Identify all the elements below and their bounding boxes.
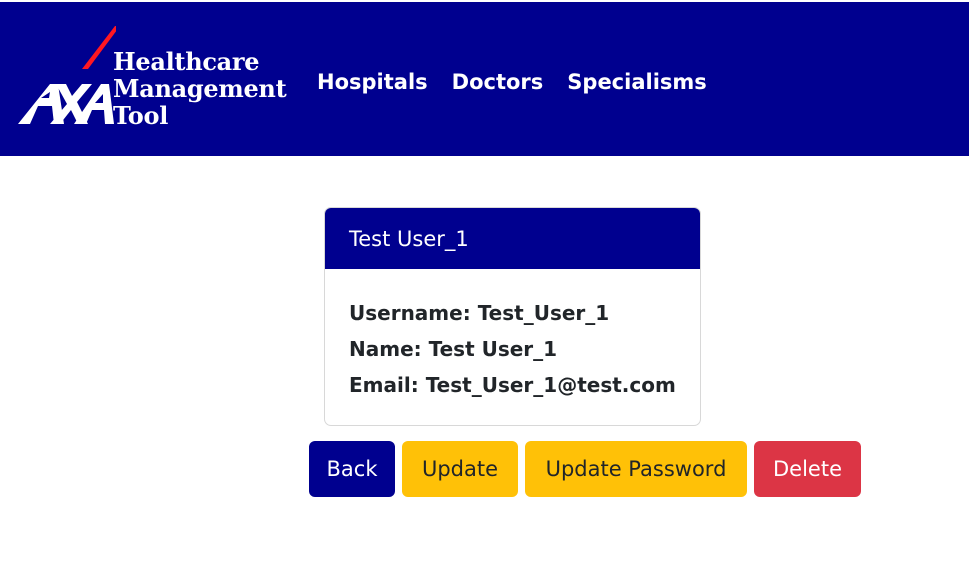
logo-line-3: Tool	[113, 101, 169, 130]
action-buttons: Back Update Update Password Delete	[309, 441, 861, 497]
nav-link-hospitals[interactable]: Hospitals	[317, 68, 428, 96]
axa-logo-icon	[18, 26, 116, 124]
delete-button[interactable]: Delete	[754, 441, 861, 497]
email-row: Email: Test_User_1@test.com	[349, 367, 676, 403]
back-button[interactable]: Back	[309, 441, 395, 497]
logo-line-2: Management	[113, 74, 287, 103]
name-row: Name: Test User_1	[349, 331, 676, 367]
nav-link-doctors[interactable]: Doctors	[452, 68, 544, 96]
nav-link-specialisms[interactable]: Specialisms	[567, 68, 707, 96]
logo-wordmark: Healthcare Management Tool	[113, 47, 287, 130]
email-label: Email:	[349, 373, 419, 397]
card-title: Test User_1	[325, 208, 700, 269]
email-value: Test_User_1@test.com	[425, 373, 676, 397]
name-value: Test User_1	[428, 337, 558, 361]
logo-line-1: Healthcare	[113, 47, 260, 76]
username-label: Username:	[349, 301, 471, 325]
update-button[interactable]: Update	[402, 441, 518, 497]
update-password-button[interactable]: Update Password	[525, 441, 747, 497]
username-row: Username: Test_User_1	[349, 295, 676, 331]
name-label: Name:	[349, 337, 422, 361]
user-details-card: Test User_1 Username: Test_User_1 Name: …	[324, 207, 701, 426]
card-body: Username: Test_User_1 Name: Test User_1 …	[325, 269, 700, 403]
main-nav: Hospitals Doctors Specialisms	[317, 68, 707, 96]
username-value: Test_User_1	[477, 301, 610, 325]
top-navbar: Healthcare Management Tool Hospitals Doc…	[0, 0, 969, 156]
app-logo[interactable]: Healthcare Management Tool	[16, 22, 287, 132]
